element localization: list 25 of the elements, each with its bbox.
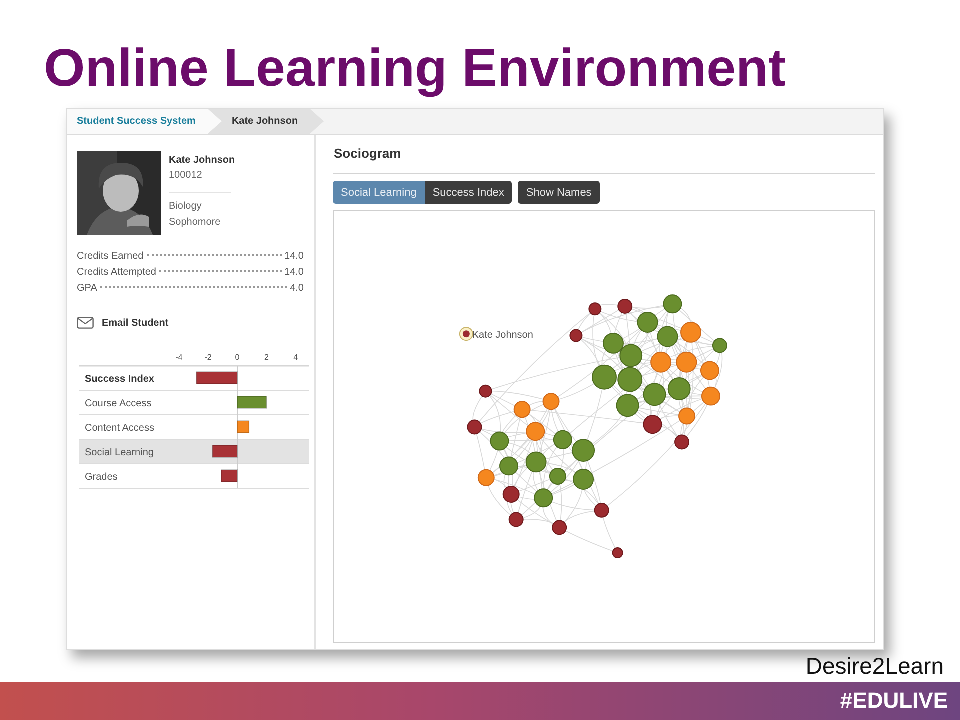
section-title: Sociogram	[333, 145, 875, 174]
hashtag: #EDULIVE	[840, 688, 948, 714]
axis-tick-label: 0	[235, 353, 240, 362]
axis-tick-label: -4	[176, 353, 183, 362]
axis-tick-label: 4	[294, 353, 298, 362]
slide-title: Online Learning Environment	[44, 38, 788, 100]
category-label: Grades	[85, 472, 118, 483]
student-id: 100012	[169, 169, 204, 183]
category-label: Social Learning	[85, 448, 154, 458]
axis-tick-label: 2	[264, 353, 269, 362]
stat-label: Credits Attempted	[77, 266, 156, 280]
stat-label: GPA	[77, 282, 98, 296]
stat-value: 14.0	[284, 266, 304, 280]
stat-value: 14.0	[284, 250, 304, 264]
axis-tick-label: -2	[204, 353, 212, 362]
student-year: Sophomore	[169, 216, 222, 230]
stat-label: Credits Earned	[77, 250, 144, 264]
category-label: Success Index	[85, 374, 154, 385]
category-label: Course Access	[85, 398, 152, 410]
student-name: Kate Johnson	[169, 154, 236, 168]
credit-text: Desire2Learn	[806, 652, 944, 681]
category-label: Content Access	[85, 423, 154, 434]
stat-value: 4.0	[290, 282, 304, 296]
student-program: Biology	[169, 200, 203, 214]
node-label: Kate Johnson	[472, 330, 534, 342]
